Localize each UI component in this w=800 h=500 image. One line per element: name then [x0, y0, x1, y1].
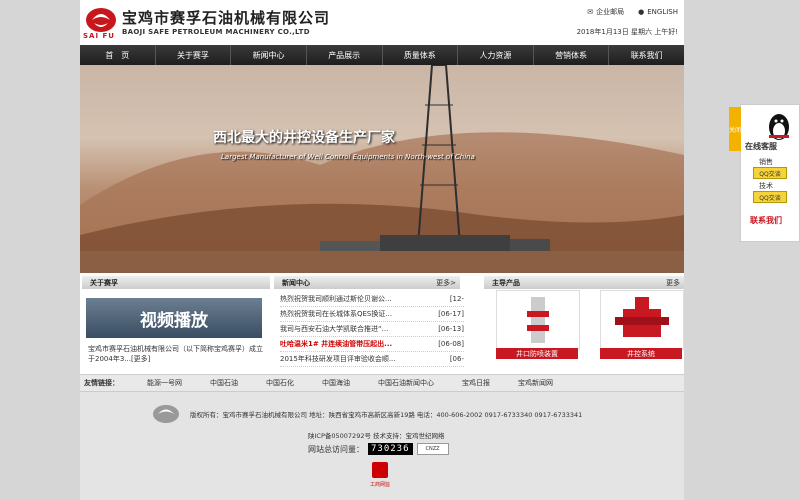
- friend-link[interactable]: 中国石化: [266, 378, 294, 388]
- news-more-link[interactable]: 更多>: [436, 278, 456, 288]
- news-item[interactable]: 热烈祝贺我司在长城体系QES换证... [06-17]: [280, 307, 464, 322]
- well-control-device-icon: [615, 297, 669, 337]
- friend-link[interactable]: 中国海油: [322, 378, 350, 388]
- product-image-wellhead[interactable]: [496, 290, 580, 350]
- product-image-control[interactable]: [600, 290, 684, 350]
- globe-icon: ●: [638, 8, 645, 16]
- qq-tech-label: 技术: [759, 182, 773, 190]
- friend-link[interactable]: 中国石油: [210, 378, 238, 388]
- qq-close-tab[interactable]: 关闭: [729, 107, 741, 151]
- friend-link[interactable]: 中国石油新闻中心: [378, 378, 434, 388]
- page: SAI FU 宝鸡市赛孚石油机械有限公司 BAOJI SAFE PETROLEU…: [80, 0, 684, 500]
- products-section-title: 主导产品: [492, 279, 520, 287]
- products-section-header: 主导产品 更多: [484, 276, 684, 289]
- nav-contact[interactable]: 联系我们: [609, 45, 684, 65]
- english-link[interactable]: ● ENGLISH: [638, 7, 678, 17]
- news-item[interactable]: 吐哈温米1# 井连续油管带压起出... [06-08]: [280, 337, 464, 352]
- footer: 版权所有：宝鸡市赛孚石油机械有限公司 地址：陕西省宝鸡市高新区高新19路 电话：…: [80, 392, 684, 500]
- news-section-header: 新闻中心 更多>: [274, 276, 460, 289]
- qq-sales-label: 销售: [759, 158, 773, 166]
- product-caption-wellhead[interactable]: 井口防喷装置: [496, 348, 578, 359]
- news-item[interactable]: 2015年科技研发项目评审验收会顺... [06-: [280, 352, 464, 367]
- mail-link[interactable]: ✉ 企业邮局: [587, 7, 624, 17]
- friend-links: 友情链接： 能源一号网 中国石油 中国石化 中国海油 中国石油新闻中心 宝鸡日报…: [80, 374, 684, 392]
- nav-products[interactable]: 产品展示: [307, 45, 383, 65]
- qq-penguin-icon: [769, 114, 789, 140]
- about-section-header: 关于赛孚: [82, 276, 270, 289]
- copyright-text: 版权所有：宝鸡市赛孚石油机械有限公司 地址：陕西省宝鸡市高新区高新19路 电话：…: [190, 411, 583, 419]
- top-links: ✉ 企业邮局 ● ENGLISH: [587, 7, 678, 17]
- mail-icon: ✉: [587, 8, 594, 16]
- hero-banner: 西北最大的井控设备生产厂家 Largest Manufacturer of We…: [80, 65, 684, 273]
- products-more-link[interactable]: 更多: [666, 278, 680, 288]
- visits-counter: 730236: [368, 443, 413, 455]
- visit-counter: 网站总访问量： 730236 CNZZ: [308, 443, 449, 455]
- visits-label: 网站总访问量：: [308, 444, 364, 454]
- about-section-title: 关于赛孚: [90, 279, 118, 287]
- product-caption-control[interactable]: 井控系统: [600, 348, 682, 359]
- footer-logo: [153, 405, 179, 423]
- brand-name-cn: 宝鸡市赛孚石油机械有限公司: [122, 9, 331, 27]
- nav-quality[interactable]: 质量体系: [383, 45, 459, 65]
- news-item[interactable]: 我司与西安石油大学凯联合推进“... [06-13]: [280, 322, 464, 337]
- nav-home[interactable]: 首 页: [80, 45, 156, 65]
- banner-title: 西北最大的井控设备生产厂家: [213, 130, 395, 146]
- qq-sales-button[interactable]: QQ交谈: [753, 167, 787, 179]
- banner-subtitle: Largest Manufacturer of Well Control Equ…: [221, 153, 475, 161]
- nav-marketing[interactable]: 营销体系: [534, 45, 610, 65]
- qq-tech-button[interactable]: QQ交谈: [753, 191, 787, 203]
- date-display: 2018年1月13日 星期六 上午好!: [576, 28, 678, 36]
- qq-contact-link[interactable]: 联系我们: [750, 215, 782, 226]
- about-summary[interactable]: 宝鸡市赛孚石油机械有限公司（以下简称宝鸡赛孚）成立于2004年3...[更多]: [88, 344, 268, 364]
- brand-name-en: BAOJI SAFE PETROLEUM MACHINERY CO.,LTD: [122, 28, 310, 36]
- friend-link[interactable]: 宝鸡新闻网: [518, 378, 553, 388]
- gongshang-badge[interactable]: 工商网监: [370, 462, 390, 488]
- friend-link[interactable]: 能源一号网: [147, 378, 182, 388]
- header: SAI FU 宝鸡市赛孚石油机械有限公司 BAOJI SAFE PETROLEU…: [80, 0, 684, 45]
- main-nav: 首 页 关于赛孚 新闻中心 产品展示 质量体系 人力资源 营销体系 联系我们: [80, 45, 684, 65]
- qq-panel-title: 在线客服: [745, 142, 777, 151]
- video-label: 视频播放: [140, 310, 208, 331]
- shield-icon: [372, 462, 388, 478]
- cnzz-badge[interactable]: CNZZ: [416, 443, 449, 455]
- banner-drilling-rig-image: [80, 65, 684, 273]
- nav-hr[interactable]: 人力资源: [458, 45, 534, 65]
- logo-subtitle: SAI FU: [83, 32, 115, 40]
- video-player[interactable]: 视频播放: [86, 298, 262, 338]
- nav-about[interactable]: 关于赛孚: [156, 45, 232, 65]
- nav-news[interactable]: 新闻中心: [231, 45, 307, 65]
- friend-link[interactable]: 宝鸡日报: [462, 378, 490, 388]
- wellhead-device-icon: [527, 297, 549, 343]
- icp-text: 陕ICP备05007292号 技术支持：宝鸡世纪网络: [308, 432, 445, 440]
- friend-links-label: 友情链接：: [84, 379, 119, 387]
- news-list: 热烈祝贺我司顺利通过斯伦贝谢公... [12- 热烈祝贺我司在长城体系QES换证.…: [280, 292, 464, 367]
- qq-service-panel: 关闭 在线客服 销售 QQ交谈 技术 QQ交谈 联系我们: [729, 104, 800, 242]
- news-item[interactable]: 热烈祝贺我司顺利通过斯伦贝谢公... [12-: [280, 292, 464, 307]
- news-section-title: 新闻中心: [282, 279, 310, 287]
